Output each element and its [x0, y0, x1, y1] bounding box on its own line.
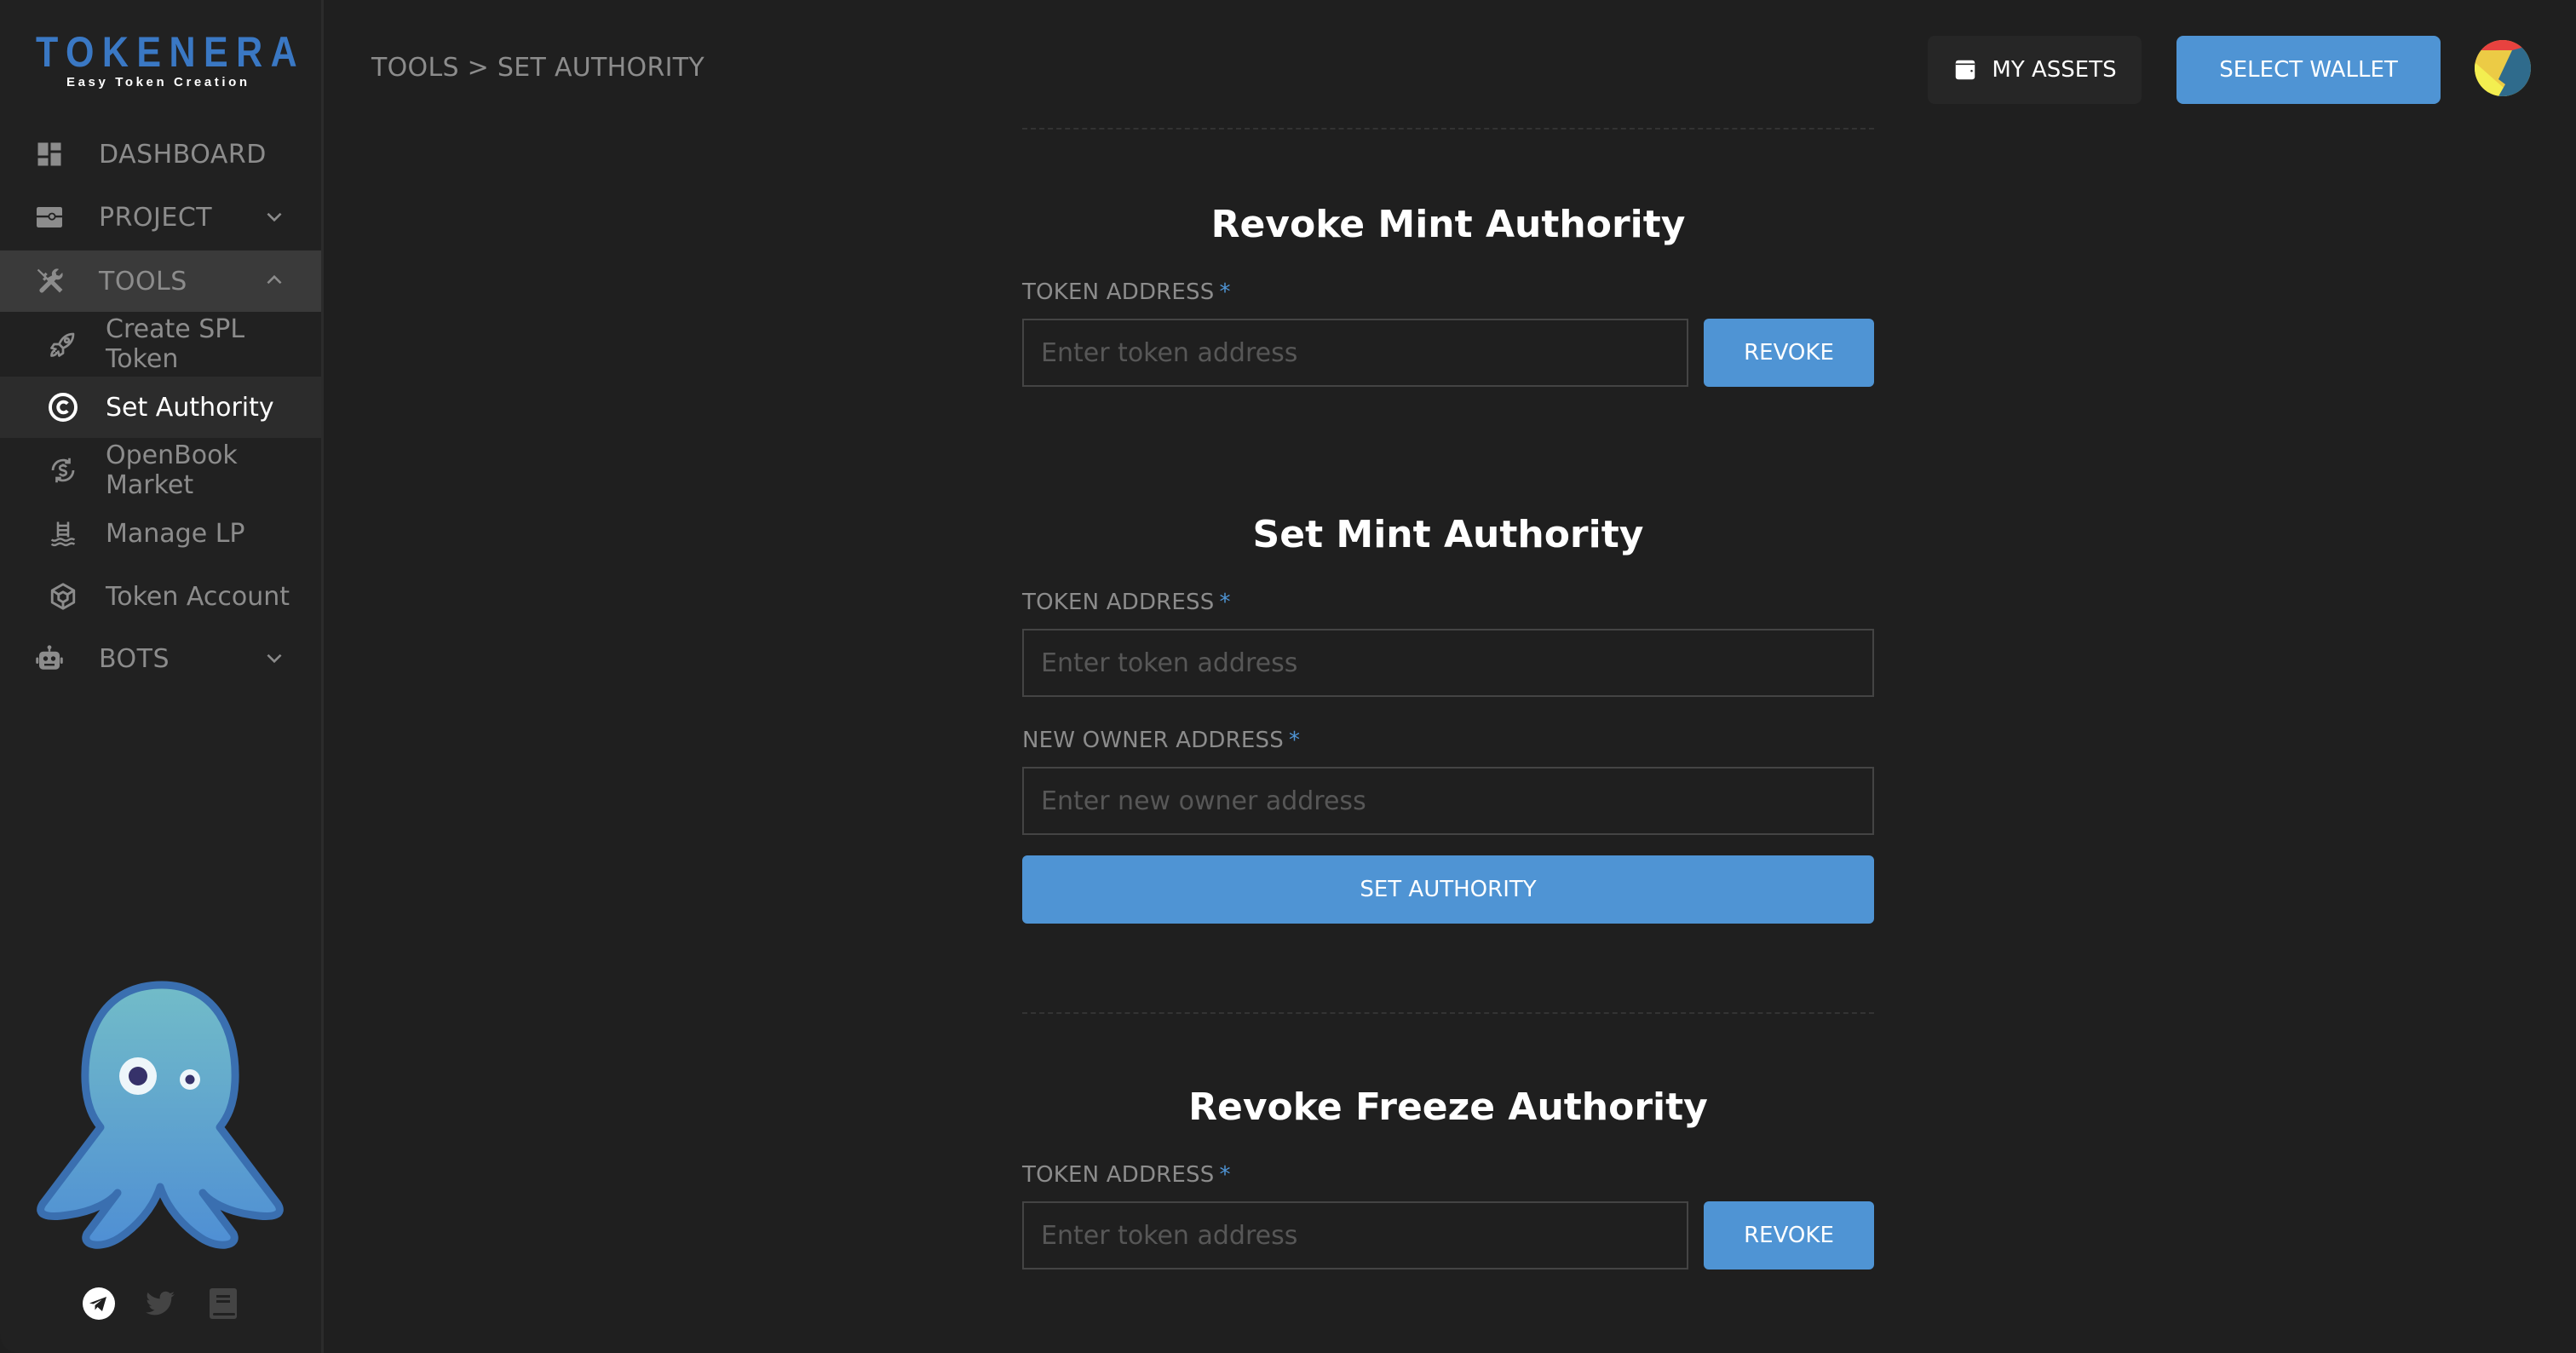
breadcrumb: TOOLS > SET AUTHORITY	[371, 53, 704, 83]
sidebar-item-create-spl-token[interactable]: Create SPL Token	[0, 314, 321, 375]
required-mark: *	[1219, 1162, 1231, 1188]
revoke-freeze-token-input[interactable]	[1022, 1201, 1688, 1270]
sidebar-item-label: PROJECT	[99, 202, 213, 233]
revoke-freeze-button[interactable]: REVOKE	[1704, 1201, 1874, 1270]
octopus-mascot-icon	[37, 981, 284, 1249]
label-text: TOKEN ADDRESS	[1022, 1162, 1215, 1188]
required-mark: *	[1288, 728, 1301, 753]
required-mark: *	[1219, 279, 1231, 305]
tools-icon	[34, 266, 65, 297]
sidebar-item-label: DASHBOARD	[99, 139, 267, 170]
brand-name: TOKENERA	[36, 28, 306, 76]
chevron-down-icon[interactable]	[263, 647, 285, 669]
cube-icon	[48, 581, 78, 612]
sidebar-item-manage-lp[interactable]: Manage LP	[0, 503, 321, 564]
sidebar-item-token-account[interactable]: Token Account	[0, 566, 321, 627]
set-mint-token-input[interactable]	[1022, 629, 1874, 697]
section-divider	[1022, 1012, 1874, 1014]
robot-icon	[34, 643, 65, 674]
sidebar-item-label: TOOLS	[99, 266, 187, 297]
sidebar-item-tools[interactable]: TOOLS	[0, 250, 321, 312]
chevron-up-icon[interactable]	[263, 269, 285, 291]
avatar[interactable]	[2475, 40, 2531, 96]
project-icon	[34, 202, 65, 233]
pool-icon	[48, 518, 78, 549]
sidebar-item-label: Create SPL Token	[106, 314, 245, 374]
wallet-icon	[1956, 60, 1975, 80]
label-text: TOKEN ADDRESS	[1022, 279, 1215, 305]
my-assets-label: MY ASSETS	[1992, 57, 2117, 83]
sidebar-item-label: BOTS	[99, 643, 170, 674]
copyright-icon	[48, 392, 78, 423]
revoke-freeze-title: Revoke Freeze Authority	[1188, 1085, 1708, 1129]
select-wallet-label: SELECT WALLET	[2219, 57, 2398, 83]
chevron-down-icon[interactable]	[263, 205, 285, 227]
telegram-icon[interactable]	[82, 1287, 116, 1321]
rocket-icon	[48, 329, 78, 360]
revoke-mint-title: Revoke Mint Authority	[1210, 203, 1686, 246]
sidebar-item-openbook-market[interactable]: OpenBook Market	[0, 440, 321, 501]
required-mark: *	[1219, 590, 1231, 615]
set-mint-title: Set Mint Authority	[1252, 513, 1644, 556]
dashboard-icon	[34, 139, 65, 170]
revoke-mint-button[interactable]: REVOKE	[1704, 319, 1874, 387]
dollar-cycle-icon	[48, 455, 78, 486]
revoke-mint-token-input[interactable]	[1022, 319, 1688, 387]
sidebar-item-bots[interactable]: BOTS	[0, 628, 321, 689]
label-text: NEW OWNER ADDRESS	[1022, 728, 1284, 753]
brand-logo[interactable]: TOKENERA Easy Token Creation	[36, 28, 306, 89]
sidebar: TOKENERA Easy Token Creation DASHBOARD P…	[0, 0, 324, 1353]
set-authority-button[interactable]: SET AUTHORITY	[1022, 855, 1874, 924]
sidebar-item-label: OpenBook Market	[106, 440, 238, 500]
brand-tagline: Easy Token Creation	[66, 75, 250, 89]
my-assets-button[interactable]: MY ASSETS	[1928, 36, 2142, 104]
sidebar-item-project[interactable]: PROJECT	[0, 187, 321, 248]
revoke-freeze-token-label: TOKEN ADDRESS *	[1022, 1162, 1231, 1188]
twitter-icon[interactable]	[143, 1287, 177, 1321]
section-divider	[1022, 128, 1874, 130]
new-owner-label: NEW OWNER ADDRESS *	[1022, 728, 1300, 753]
set-mint-token-label: TOKEN ADDRESS *	[1022, 590, 1231, 615]
sidebar-item-label: Set Authority	[106, 392, 274, 423]
sidebar-item-label: Manage LP	[106, 518, 245, 549]
new-owner-input[interactable]	[1022, 767, 1874, 835]
sidebar-item-dashboard[interactable]: DASHBOARD	[0, 124, 321, 185]
sidebar-item-label: Token Account	[106, 581, 290, 612]
revoke-mint-token-label: TOKEN ADDRESS *	[1022, 279, 1231, 305]
docs-book-icon[interactable]	[206, 1287, 240, 1321]
sidebar-item-set-authority[interactable]: Set Authority	[0, 377, 321, 438]
label-text: TOKEN ADDRESS	[1022, 590, 1215, 615]
select-wallet-button[interactable]: SELECT WALLET	[2176, 36, 2441, 104]
